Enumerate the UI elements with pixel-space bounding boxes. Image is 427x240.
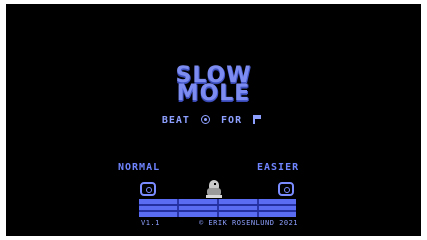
game-screen: SLOW MOLE BEAT FOR NORMAL EASIER V1.1 © …: [6, 4, 421, 236]
mode-normal-option[interactable]: NORMAL: [118, 162, 160, 173]
mole-character-icon: [206, 180, 222, 198]
hole-easier-icon[interactable]: [278, 182, 294, 196]
ground-seam: [139, 204, 296, 206]
beat-label: BEAT: [161, 115, 190, 126]
clock-icon: [201, 115, 210, 124]
ground-seam: [139, 210, 296, 212]
flag-icon: [253, 115, 262, 124]
copyright-label: © ERIK ROSENLUND 2021: [199, 219, 299, 227]
title-line-2: MOLE: [176, 81, 251, 106]
hole-normal-icon[interactable]: [140, 182, 156, 196]
for-label: FOR: [221, 115, 243, 126]
ground-tiles: [139, 199, 296, 217]
objective-row: BEAT FOR: [6, 115, 421, 127]
mode-easier-option[interactable]: EASIER: [257, 162, 299, 173]
version-label: V1.1: [141, 219, 160, 227]
mole-feet: [206, 195, 222, 198]
mole-eye: [214, 183, 216, 185]
